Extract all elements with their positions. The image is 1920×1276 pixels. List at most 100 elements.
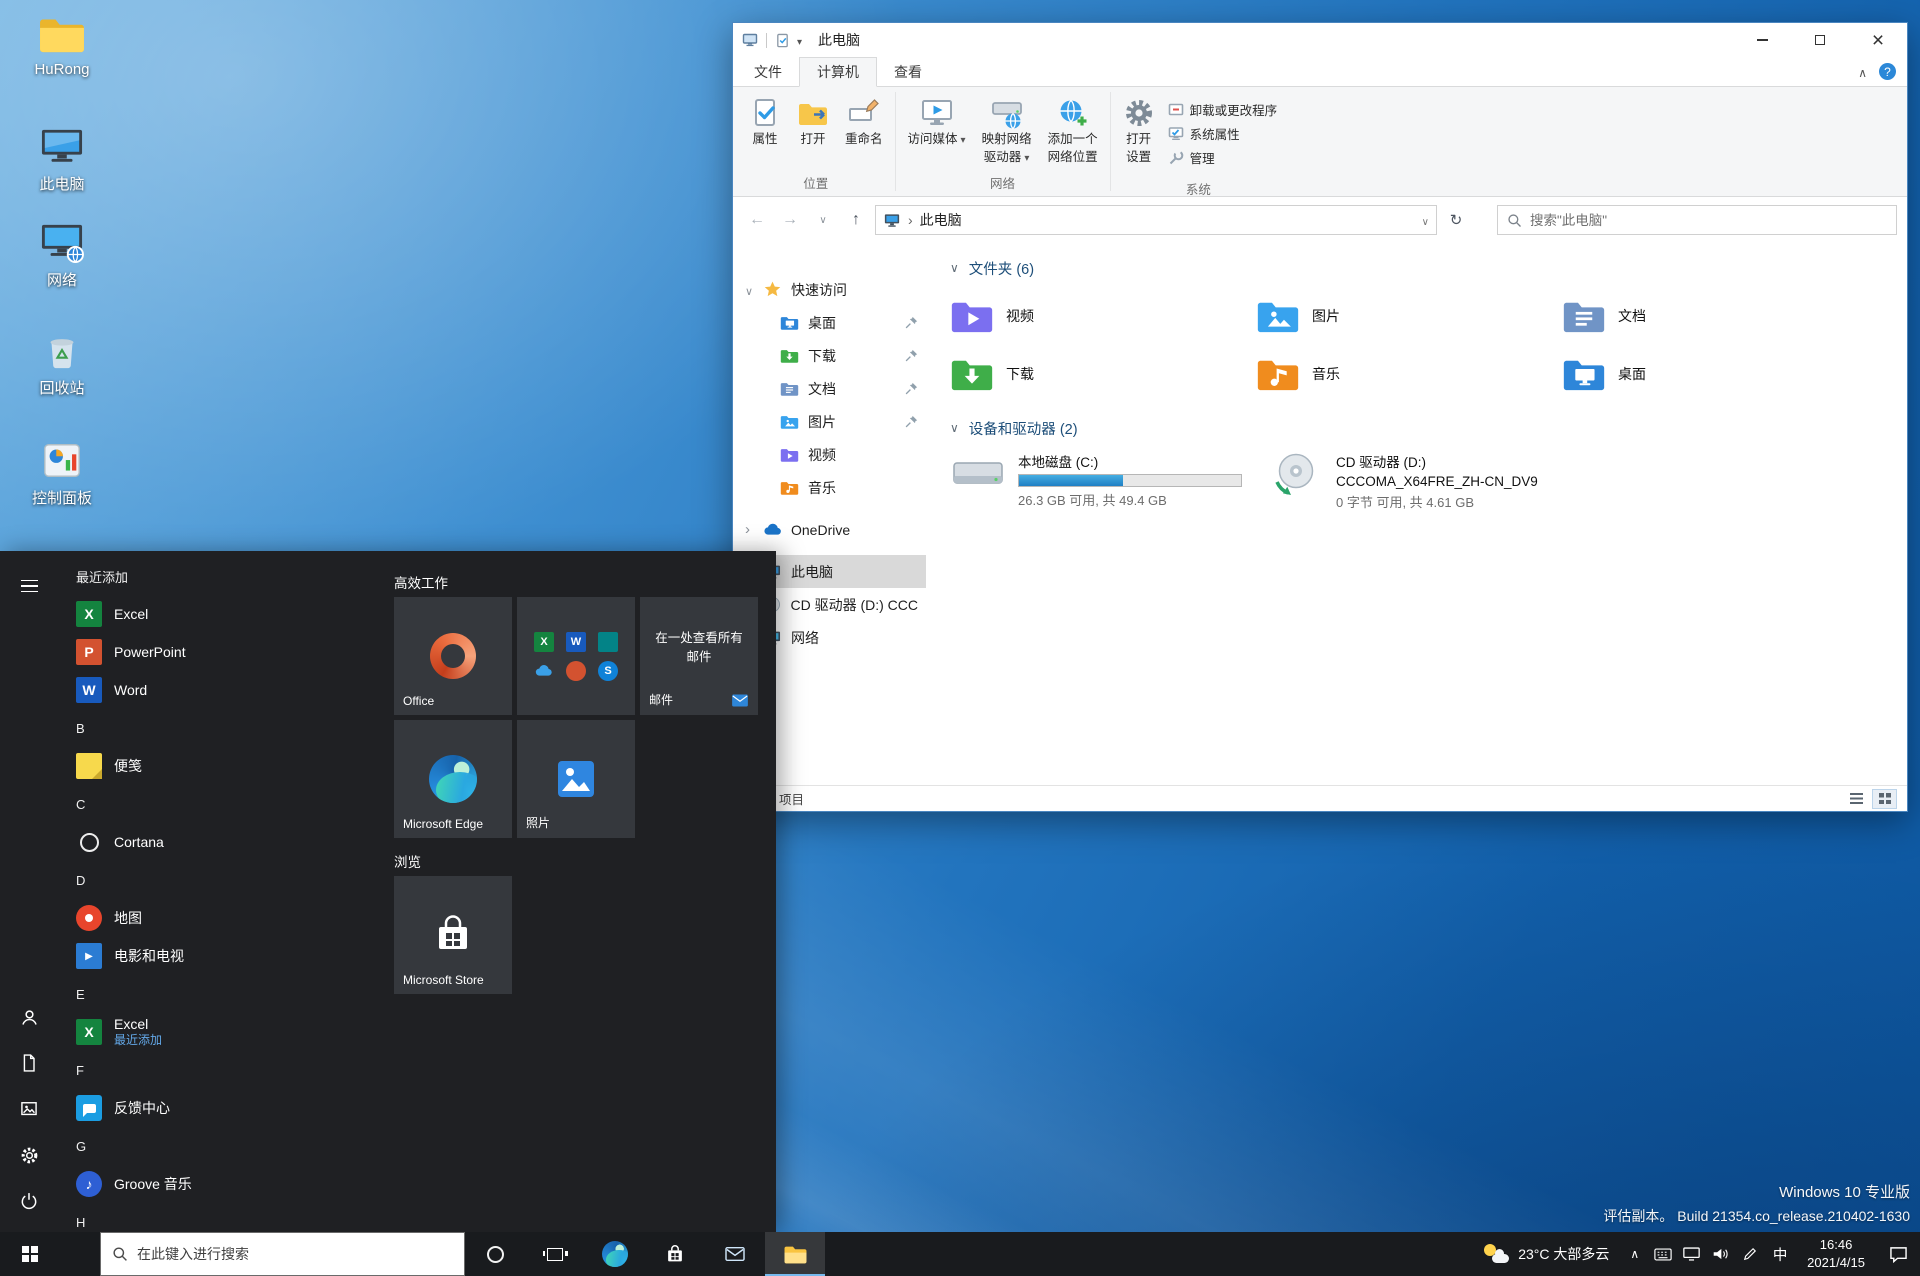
customize-toolbar-dropdown-icon[interactable]: [797, 32, 802, 48]
desktop-icon-network[interactable]: 网络: [12, 222, 112, 290]
folder-item-music[interactable]: 音乐: [1256, 350, 1544, 398]
back-button[interactable]: [743, 206, 771, 234]
cortana-button[interactable]: [465, 1232, 525, 1276]
devices-section-header[interactable]: 设备和驱动器 (2): [950, 417, 1907, 439]
pictures-button[interactable]: [6, 1086, 52, 1132]
taskbar-file-explorer-button[interactable]: [765, 1232, 825, 1276]
tab-computer[interactable]: 计算机: [799, 57, 877, 87]
app-item-sticky-notes[interactable]: 便笺: [62, 747, 380, 785]
chevron-right-icon[interactable]: [745, 521, 750, 538]
up-button[interactable]: [842, 206, 870, 234]
forward-button[interactable]: [776, 206, 804, 234]
address-dropdown-icon[interactable]: [1422, 212, 1429, 228]
settings-button[interactable]: [6, 1132, 52, 1178]
touch-keyboard-tray-icon[interactable]: [1648, 1232, 1677, 1276]
uninstall-programs-button[interactable]: 卸载或更改程序: [1168, 100, 1277, 119]
refresh-icon[interactable]: [1442, 206, 1470, 234]
app-item-word[interactable]: Word: [62, 671, 380, 709]
system-properties-button[interactable]: 系统属性: [1168, 124, 1278, 143]
tile-group-title[interactable]: 浏览: [394, 846, 776, 876]
close-button[interactable]: [1849, 23, 1907, 57]
nav-downloads[interactable]: 下载: [733, 339, 926, 372]
app-section-header[interactable]: F: [62, 1051, 380, 1089]
app-item-cortana[interactable]: Cortana: [62, 823, 380, 861]
nav-onedrive[interactable]: OneDrive: [733, 513, 926, 546]
volume-tray-icon[interactable]: [1706, 1232, 1735, 1276]
chevron-down-icon[interactable]: [745, 282, 753, 298]
app-section-header[interactable]: 最近添加: [62, 557, 380, 595]
properties-quick-icon[interactable]: [775, 33, 790, 48]
tile-edge[interactable]: Microsoft Edge: [394, 720, 512, 838]
start-button[interactable]: [0, 1232, 60, 1276]
open-button[interactable]: 打开: [790, 90, 836, 150]
folder-item-videos[interactable]: 视频: [950, 292, 1238, 340]
tile-office[interactable]: Office: [394, 597, 512, 715]
app-item-excel[interactable]: Excel: [62, 595, 380, 633]
nav-quick-access[interactable]: 快速访问: [733, 273, 926, 306]
access-media-button[interactable]: 访问媒体: [901, 90, 973, 150]
thumbnails-view-button[interactable]: [1872, 788, 1897, 809]
details-view-button[interactable]: [1844, 789, 1869, 809]
taskbar-search-box[interactable]: [100, 1232, 465, 1276]
maximize-button[interactable]: [1791, 23, 1849, 57]
title-bar[interactable]: 此电脑: [733, 23, 1907, 57]
open-settings-button[interactable]: 打开 设置: [1116, 90, 1162, 168]
nav-pictures[interactable]: 图片: [733, 405, 926, 438]
expand-menu-button[interactable]: [6, 563, 52, 609]
app-section-header[interactable]: H: [62, 1203, 380, 1232]
nav-desktop[interactable]: 桌面: [733, 306, 926, 339]
taskbar-store-button[interactable]: [645, 1232, 705, 1276]
app-section-header[interactable]: C: [62, 785, 380, 823]
folder-item-pictures[interactable]: 图片: [1256, 292, 1544, 340]
desktop-icon-recycle-bin[interactable]: 回收站: [12, 330, 112, 398]
app-section-header[interactable]: E: [62, 975, 380, 1013]
recent-locations-dropdown-icon[interactable]: [809, 206, 837, 234]
taskbar-search-input[interactable]: [137, 1246, 453, 1262]
app-section-header[interactable]: B: [62, 709, 380, 747]
rename-button[interactable]: 重命名: [838, 90, 890, 150]
app-item-excel-recent[interactable]: Excel最近添加: [62, 1013, 380, 1051]
power-button[interactable]: [6, 1178, 52, 1224]
ime-language-indicator[interactable]: 中: [1764, 1232, 1796, 1276]
pen-tray-icon[interactable]: [1735, 1232, 1764, 1276]
desktop-icon-hurong-folder[interactable]: HuRong: [12, 14, 112, 78]
nav-music[interactable]: 音乐: [733, 471, 926, 504]
app-section-header[interactable]: D: [62, 861, 380, 899]
task-view-button[interactable]: [525, 1232, 585, 1276]
desktop-icon-control-panel[interactable]: 控制面板: [12, 440, 112, 508]
taskbar-edge-button[interactable]: [585, 1232, 645, 1276]
folder-item-documents[interactable]: 文档: [1562, 292, 1850, 340]
tile-mail[interactable]: 在一处查看所有邮件 邮件: [640, 597, 758, 715]
documents-button[interactable]: [6, 1040, 52, 1086]
properties-button[interactable]: 属性: [742, 90, 788, 150]
app-item-movies-tv[interactable]: 电影和电视: [62, 937, 380, 975]
drive-item-d[interactable]: CD 驱动器 (D:) CCCOMA_X64FRE_ZH-CN_DV9 0 字节…: [1268, 451, 1698, 511]
user-account-button[interactable]: [6, 994, 52, 1040]
minimize-button[interactable]: [1733, 23, 1791, 57]
tile-mail-accounts[interactable]: [517, 597, 635, 715]
map-network-drive-button[interactable]: 映射网络 驱动器: [975, 90, 1039, 168]
tile-microsoft-store[interactable]: Microsoft Store: [394, 876, 512, 994]
folders-section-header[interactable]: 文件夹 (6): [950, 257, 1907, 279]
manage-button[interactable]: 管理: [1168, 148, 1278, 167]
action-center-button[interactable]: [1876, 1232, 1920, 1276]
tile-photos[interactable]: 照片: [517, 720, 635, 838]
folder-item-downloads[interactable]: 下载: [950, 350, 1238, 398]
app-section-header[interactable]: G: [62, 1127, 380, 1165]
app-item-maps[interactable]: 地图: [62, 899, 380, 937]
tab-file[interactable]: 文件: [737, 57, 799, 86]
taskbar-weather-widget[interactable]: 23°C 大部多云: [1472, 1232, 1621, 1276]
explorer-search-box[interactable]: [1497, 205, 1897, 235]
tab-view[interactable]: 查看: [877, 57, 939, 86]
nav-videos[interactable]: 视频: [733, 438, 926, 471]
nav-documents[interactable]: 文档: [733, 372, 926, 405]
app-item-groove-music[interactable]: Groove 音乐: [62, 1165, 380, 1203]
breadcrumb[interactable]: 此电脑: [920, 210, 962, 230]
help-icon[interactable]: [1879, 63, 1896, 80]
collapse-ribbon-icon[interactable]: [1858, 64, 1867, 80]
app-item-powerpoint[interactable]: PowerPoint: [62, 633, 380, 671]
network-tray-icon[interactable]: [1677, 1232, 1706, 1276]
app-item-feedback-hub[interactable]: 反馈中心: [62, 1089, 380, 1127]
taskbar-mail-button[interactable]: [705, 1232, 765, 1276]
explorer-search-input[interactable]: [1530, 212, 1887, 228]
